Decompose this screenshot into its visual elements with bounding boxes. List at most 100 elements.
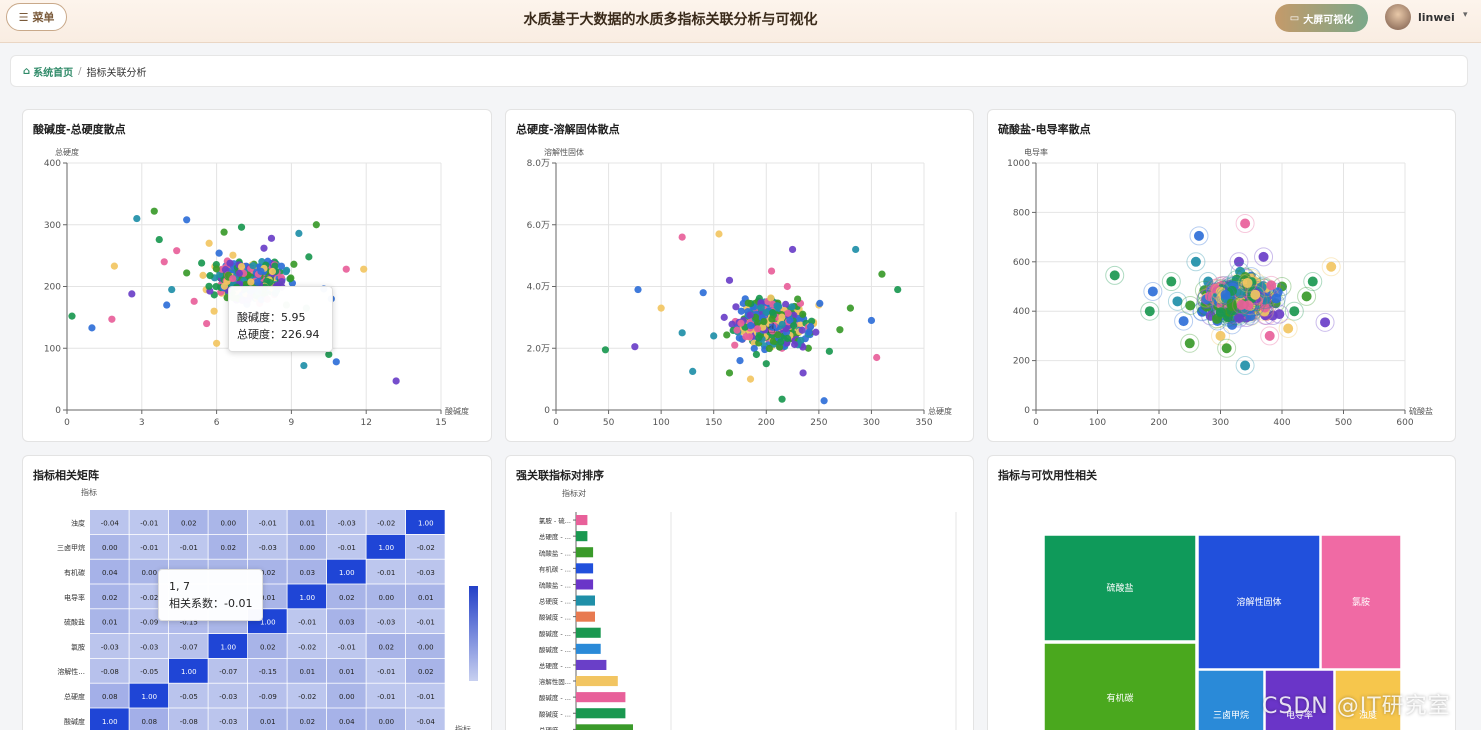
heatmap-cell-label: -0.04	[101, 519, 120, 527]
row-label: 氯胺	[71, 642, 85, 651]
treemap-label: 三卤甲烷	[1213, 709, 1249, 721]
x-tick-label: 0	[64, 418, 70, 428]
data-point	[1320, 317, 1331, 328]
data-point	[1144, 306, 1155, 317]
data-point	[784, 309, 792, 317]
category-label: 总硬度 - ...	[539, 725, 571, 730]
data-point	[762, 360, 770, 368]
data-point	[1109, 270, 1120, 281]
y-axis-label: 溶解性固体	[544, 147, 584, 157]
data-point	[287, 274, 295, 282]
watermark: CSDN @IT研究室	[1262, 694, 1451, 719]
data-point	[205, 239, 213, 247]
data-point	[816, 299, 824, 308]
heatmap-cell-label: -0.03	[417, 569, 435, 577]
heatmap-cell-label: 0.08	[141, 718, 157, 726]
data-point	[778, 320, 786, 329]
heatmap-cell-label: 0.04	[102, 569, 118, 577]
row-label: 总硬度	[64, 692, 85, 701]
data-point	[128, 290, 136, 298]
data-point	[894, 285, 902, 294]
heatmap-cell-label: -0.02	[417, 544, 435, 552]
data-point	[108, 315, 116, 323]
x-axis-label: 酸碱度	[445, 406, 469, 416]
avatar[interactable]	[1385, 4, 1411, 30]
heatmap-cell-label: 0.02	[181, 519, 197, 527]
data-point	[736, 357, 744, 365]
username[interactable]: linwei	[1418, 11, 1455, 24]
heatmap-cell-label: -0.03	[219, 693, 237, 701]
bar	[576, 547, 594, 558]
scatter-chart-hardness-solids[interactable]: 0 50 100 150 200 250 300 350 0 2.0万 4.0万 6.0万 8.0万 溶解…	[506, 110, 974, 442]
bar-chart-strong-pairs[interactable]: 指标对氯胺 - 硫... 总硬度 - ... 硫酸盐 - ... 有机碳 - ... 硫…	[506, 456, 974, 730]
data-point	[788, 303, 796, 311]
data-point	[765, 344, 773, 353]
data-point	[799, 369, 807, 377]
data-point	[699, 289, 707, 297]
data-point	[268, 267, 277, 276]
data-point	[305, 253, 313, 261]
data-point	[753, 325, 762, 333]
bar	[576, 531, 588, 542]
data-point	[783, 282, 791, 291]
data-point	[199, 271, 207, 279]
data-point	[168, 285, 176, 294]
data-point	[260, 244, 268, 252]
data-point	[237, 223, 246, 231]
heatmap-cell-label: 0.01	[418, 594, 434, 602]
y-tick-label: 400	[44, 159, 61, 169]
data-point	[783, 334, 792, 342]
bar	[576, 659, 607, 670]
heatmap-tooltip: 1, 7 相关系数：-0.01	[158, 569, 264, 621]
treemap-cell	[1043, 642, 1197, 730]
data-point	[731, 341, 739, 349]
data-point	[873, 353, 881, 362]
bar	[576, 595, 595, 606]
breadcrumb-separator: /	[78, 65, 82, 77]
y-tick-label: 800	[1013, 208, 1030, 218]
bar	[576, 611, 595, 622]
cursor-icon: ☝	[767, 321, 776, 337]
breadcrumb-home[interactable]: ⌂ 系统首页	[23, 64, 73, 79]
data-point	[657, 304, 665, 312]
data-point	[710, 332, 718, 340]
heatmap-cell-label: 0.03	[299, 569, 315, 577]
data-point	[212, 265, 220, 273]
data-point	[1289, 306, 1300, 317]
scatter-chart-sulfate-conductivity[interactable]: 0 100 200 300 400 500 600 0 200 400 600 800 1000 电导率硫…	[988, 110, 1456, 442]
data-point	[267, 234, 276, 242]
data-point	[229, 274, 237, 283]
tooltip-line2: 总硬度：226.94	[237, 328, 320, 341]
heatmap-cell-label: 0.01	[299, 519, 315, 527]
scatter-chart-ph-hardness[interactable]: 0 3 6 9 12 15 0 100 200 300 400 总硬度酸碱度	[23, 110, 492, 442]
data-point	[790, 340, 799, 349]
x-axis-label: 总硬度	[928, 406, 952, 416]
chevron-down-icon[interactable]: ▾	[1463, 10, 1468, 20]
heatmap-cell-label: 0.02	[418, 668, 434, 676]
y-tick-label: 400	[1013, 307, 1030, 317]
data-point	[1326, 261, 1337, 272]
heatmap-cell-label: -0.01	[140, 544, 158, 552]
x-tick-label: 0	[553, 418, 559, 428]
y-tick-label: 200	[44, 283, 61, 293]
y-tick-label: 100	[44, 344, 61, 354]
data-point	[229, 251, 237, 259]
heatmap-cell-label: -0.09	[259, 693, 277, 701]
heatmap-cell-label: -0.01	[377, 668, 395, 676]
x-tick-label: 600	[1396, 418, 1413, 428]
data-point	[213, 339, 221, 347]
data-point	[715, 230, 723, 238]
y-tick-label: 2.0万	[527, 344, 550, 354]
heatmap-cell-label: -0.01	[417, 619, 435, 627]
bigscreen-button[interactable]: ▭ 大屏可视化	[1275, 4, 1368, 32]
heatmap-cell-label: -0.02	[298, 643, 316, 651]
data-point	[798, 326, 806, 334]
tooltip-line1: 1, 7	[169, 580, 190, 593]
data-point	[235, 269, 243, 277]
data-point	[205, 282, 213, 290]
row-label: 酸碱度	[64, 717, 85, 726]
data-point	[799, 310, 807, 318]
data-point	[806, 323, 815, 331]
heatmap-cell-label: 1.00	[102, 718, 118, 726]
heatmap-cell-label: -0.09	[140, 619, 158, 627]
